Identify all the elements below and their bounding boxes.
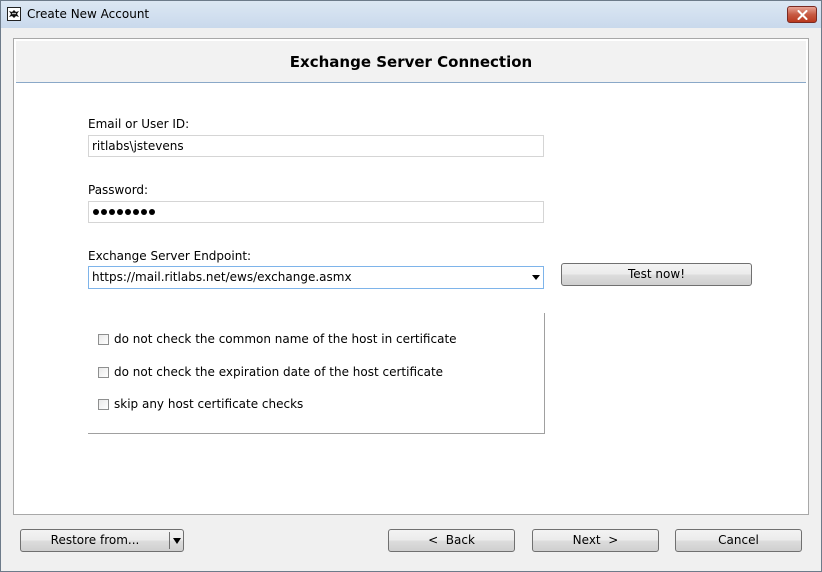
option-label: do not check the expiration date of the … — [114, 365, 444, 379]
checkbox[interactable] — [98, 398, 109, 410]
cancel-button[interactable]: Cancel — [675, 529, 802, 552]
checkbox[interactable] — [98, 333, 109, 345]
bat-icon — [7, 7, 21, 21]
password-mask — [93, 209, 155, 215]
certificate-options-group: do not check the common name of the host… — [88, 313, 545, 434]
back-label: < Back — [428, 533, 475, 547]
dialog-window: Create New Account Exchange Server Conne… — [0, 0, 822, 572]
checkbox[interactable] — [98, 366, 109, 378]
split-divider — [169, 532, 170, 549]
email-field[interactable]: ritlabs\jstevens — [88, 135, 544, 157]
password-label: Password: — [88, 183, 149, 197]
chevron-down-icon[interactable] — [532, 275, 540, 280]
endpoint-value: https://mail.ritlabs.net/ews/exchange.as… — [92, 270, 352, 284]
restore-from-button[interactable]: Restore from... — [20, 529, 184, 552]
option-label: skip any host certificate checks — [114, 397, 304, 411]
password-dot — [125, 209, 131, 215]
test-now-button[interactable]: Test now! — [561, 263, 752, 286]
option-label: do not check the common name of the host… — [114, 332, 457, 346]
chevron-down-icon[interactable] — [173, 538, 181, 544]
page-header: Exchange Server Connection — [16, 41, 806, 83]
password-dot — [141, 209, 147, 215]
back-button[interactable]: < Back — [388, 529, 515, 552]
password-dot — [101, 209, 107, 215]
wizard-page: Exchange Server Connection Email or User… — [13, 38, 809, 515]
option-expiration-date[interactable]: do not check the expiration date of the … — [98, 364, 443, 380]
close-icon — [797, 10, 808, 20]
password-dot — [149, 209, 155, 215]
option-common-name[interactable]: do not check the common name of the host… — [98, 331, 457, 347]
email-value: ritlabs\jstevens — [92, 139, 184, 153]
next-label: Next > — [572, 533, 619, 547]
title-bar[interactable]: Create New Account — [1, 1, 821, 28]
endpoint-combobox[interactable]: https://mail.ritlabs.net/ews/exchange.as… — [88, 266, 544, 289]
password-dot — [133, 209, 139, 215]
email-label: Email or User ID: — [88, 117, 190, 131]
password-dot — [93, 209, 99, 215]
close-button[interactable] — [787, 6, 817, 23]
restore-from-label: Restore from... — [50, 533, 140, 547]
password-dot — [109, 209, 115, 215]
password-dot — [117, 209, 123, 215]
next-button[interactable]: Next > — [532, 529, 659, 552]
cancel-label: Cancel — [718, 533, 759, 547]
window-title: Create New Account — [27, 7, 150, 21]
test-now-label: Test now! — [627, 267, 686, 281]
endpoint-label: Exchange Server Endpoint: — [88, 249, 252, 263]
option-skip-checks[interactable]: skip any host certificate checks — [98, 396, 303, 412]
page-title: Exchange Server Connection — [289, 53, 533, 71]
password-field[interactable] — [88, 201, 544, 223]
